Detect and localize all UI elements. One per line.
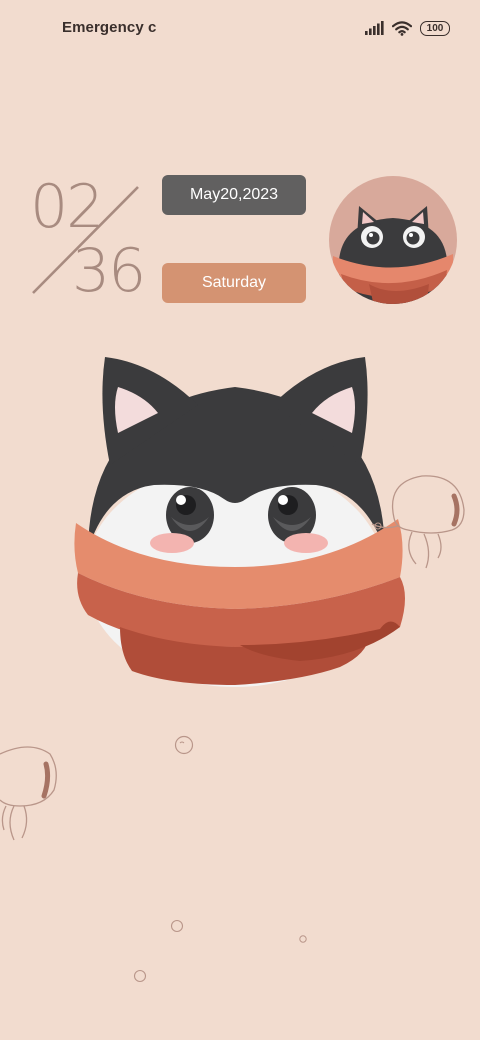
avatar-cat-icon[interactable] [329,176,457,304]
lock-clock: 02 36 [22,165,152,310]
battery-indicator: 100 [420,20,450,36]
jellyfish-doodle [0,746,57,841]
bubble-doodle [299,935,307,943]
carrier-text: Emergency c [62,19,157,36]
jellyfish-doodle [371,475,465,569]
bubble-doodle [170,919,184,933]
weekday-label: Saturday [162,263,306,303]
wifi-icon [392,20,412,36]
date-label: May20,2023 [162,175,306,215]
cellular-signal-icon [365,21,384,35]
mascot-cat-illustration [74,357,405,687]
status-bar: Emergency c 100 [0,0,480,56]
bubble-doodle [133,969,147,983]
bubble-doodle [174,735,194,755]
status-icons: 100 [365,18,450,38]
clock-hour: 02 [30,172,104,242]
clock-minute: 36 [72,236,146,306]
